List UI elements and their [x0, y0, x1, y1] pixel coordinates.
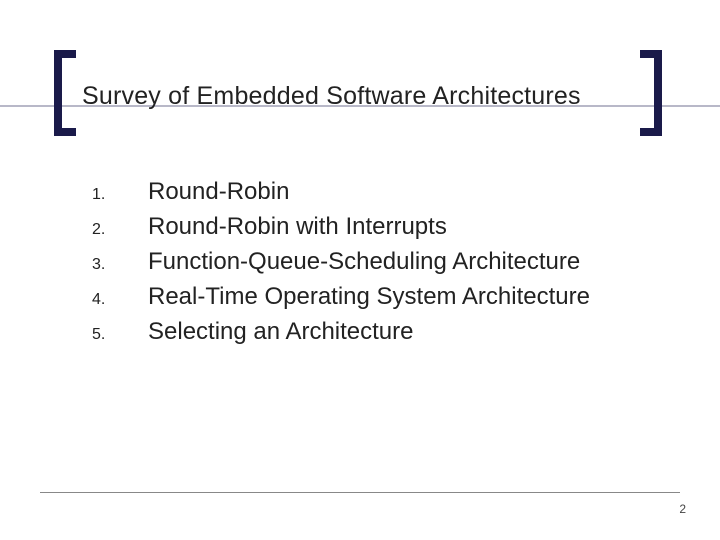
list-item: 5. Selecting an Architecture [92, 318, 590, 346]
list-text: Round-Robin with Interrupts [148, 213, 447, 241]
list-item: 4. Real-Time Operating System Architectu… [92, 283, 590, 311]
list-item: 1. Round-Robin [92, 178, 590, 206]
page-number: 2 [679, 502, 686, 516]
list-number: 3. [92, 256, 148, 274]
footer-rule [40, 492, 680, 493]
list-item: 3. Function-Queue-Scheduling Architectur… [92, 248, 590, 276]
list-text: Selecting an Architecture [148, 318, 414, 346]
list-text: Real-Time Operating System Architecture [148, 283, 590, 311]
list-number: 5. [92, 326, 148, 344]
slide-title: Survey of Embedded Software Architecture… [82, 82, 581, 111]
list-number: 2. [92, 221, 148, 239]
title-bracket-left [54, 50, 76, 136]
list-text: Function-Queue-Scheduling Architecture [148, 248, 580, 276]
title-bracket-right [640, 50, 662, 136]
list-item: 2. Round-Robin with Interrupts [92, 213, 590, 241]
item-list: 1. Round-Robin 2. Round-Robin with Inter… [92, 178, 590, 353]
list-number: 4. [92, 291, 148, 309]
list-number: 1. [92, 186, 148, 204]
list-text: Round-Robin [148, 178, 289, 206]
